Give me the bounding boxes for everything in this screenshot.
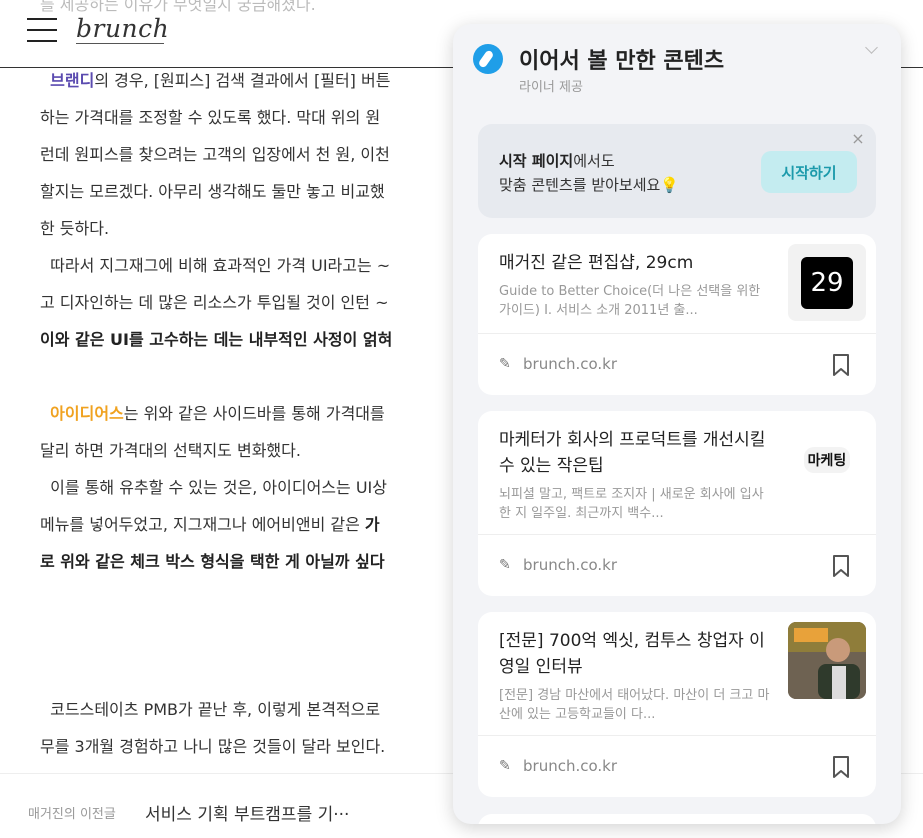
bookmark-icon[interactable] [831, 353, 851, 377]
article-line: 메뉴를 넣어두었고, 지그재그나 에어비앤비 같은 가 [40, 515, 380, 534]
brunch-source-icon: ✎ [499, 557, 511, 573]
brunch-source-icon: ✎ [499, 356, 511, 372]
brand-highlight[interactable]: 브랜디 [50, 71, 94, 90]
article-line: 할지는 모르겠다. 아무리 생각해도 둘만 놓고 비교했 [40, 182, 385, 201]
card-source: brunch.co.kr [523, 355, 618, 373]
panel-title: 이어서 볼 만한 콘텐츠 [519, 49, 725, 74]
panel-subtitle: 라이너 제공 [519, 80, 583, 95]
article-line: 아이디어스는 위와 같은 사이드바를 통해 가격대를 [50, 404, 385, 423]
menu-icon[interactable] [27, 18, 57, 44]
thumbnail-text: 마케팅 [803, 446, 851, 473]
bookmark-icon[interactable] [831, 554, 851, 578]
ideas-highlight[interactable]: 아이디어스 [50, 404, 124, 423]
article-line: 한 듯하다. [40, 219, 110, 238]
card-description: Guide to Better Choice(더 나은 선택을 위한 가이드) … [499, 284, 761, 318]
thumbnail-text: 29 [801, 256, 853, 309]
liner-logo-icon [473, 44, 503, 74]
start-button[interactable]: 시작하기 [761, 151, 857, 193]
article-line: 따라서 지그재그에 비해 효과적인 가격 UI라고는 ~ [50, 256, 391, 275]
content-card[interactable]: [전문] 700억 엑싯, 컴투스 창업자 이영일 인터뷰 [전문] 경남 마산… [478, 612, 876, 797]
article-line: 런데 원피스를 찾으려는 고객의 입장에서 천 원, 이천 [40, 145, 390, 164]
card-description: [전문] 경남 마산에서 태어났다. 마산이 더 크고 마산에 있는 고등학교들… [499, 688, 770, 722]
card-footer: ✎ brunch.co.kr [478, 334, 876, 395]
content-card-partial[interactable] [478, 814, 876, 824]
recommendation-panel: 이어서 볼 만한 콘텐츠 라이너 제공 시작 페이지에서도 맞춤 콘텐츠를 받아… [453, 24, 901, 824]
article-body: 브랜디의 경우, [원피스] 검색 결과에서 [필터] 버튼 하는 가격대를 조… [40, 62, 470, 765]
content-card[interactable]: 마케터가 회사의 프로덕트를 개선시킬 수 있는 작은팁 뇌피셜 말고, 팩트로… [478, 411, 876, 596]
card-body[interactable]: 마케터가 회사의 프로덕트를 개선시킬 수 있는 작은팁 뇌피셜 말고, 팩트로… [478, 411, 876, 535]
card-thumbnail[interactable]: 29 [788, 244, 866, 321]
article-line: 로 위와 같은 체크 박스 형식을 택한 게 아닐까 싶다 [40, 552, 385, 571]
card-thumbnail[interactable]: 마케팅 [788, 421, 866, 498]
card-description: 뇌피셜 말고, 팩트로 조지자 | 새로운 회사에 입사한 지 일주일. 최근까… [499, 487, 764, 521]
promo-text: 시작 페이지에서도 맞춤 콘텐츠를 받아보세요💡 [499, 152, 680, 194]
article-line: 코드스테이츠 PMB가 끝난 후, 이렇게 본격적으로 [50, 700, 381, 719]
promo-banner: 시작 페이지에서도 맞춤 콘텐츠를 받아보세요💡 × 시작하기 [478, 124, 876, 218]
close-icon[interactable]: × [848, 129, 868, 149]
card-source: brunch.co.kr [523, 757, 618, 775]
article-line: 하는 가격대를 조정할 수 있도록 했다. 막대 위의 원 [40, 108, 381, 127]
chevron-down-icon[interactable] [865, 42, 879, 56]
card-title[interactable]: 매거진 같은 편집샵, 29cm [499, 250, 774, 276]
card-body[interactable]: [전문] 700억 엑싯, 컴투스 창업자 이영일 인터뷰 [전문] 경남 마산… [478, 612, 876, 736]
article-line: 달리 하면 가격대의 선택지도 변화했다. [40, 441, 301, 460]
article-line: 고 디자인하는 데 많은 리소스가 투입될 것이 인턴 ~ [40, 293, 389, 312]
card-title[interactable]: 마케터가 회사의 프로덕트를 개선시킬 수 있는 작은팁 [499, 427, 774, 479]
card-footer: ✎ brunch.co.kr [478, 736, 876, 797]
card-title[interactable]: [전문] 700억 엑싯, 컴투스 창업자 이영일 인터뷰 [499, 628, 774, 680]
logo-underline [76, 43, 164, 44]
article-line: 브랜디의 경우, [원피스] 검색 결과에서 [필터] 버튼 [50, 71, 391, 90]
interview-photo [788, 622, 866, 699]
article-line: 이를 통해 유추할 수 있는 것은, 아이디어스는 UI상 [50, 478, 387, 497]
article-line: 무를 3개월 경험하고 나니 많은 것들이 달라 보인다. [40, 737, 386, 756]
brunch-source-icon: ✎ [499, 758, 511, 774]
prev-post-title[interactable]: 서비스 기획 부트캠프를 기··· [145, 800, 349, 825]
content-card[interactable]: 매거진 같은 편집샵, 29cm Guide to Better Choice(… [478, 234, 876, 395]
cut-off-text: 를 제공하는 이유가 무엇일지 궁금해졌다. [40, 0, 316, 14]
prev-post-label: 매거진의 이전글 [28, 807, 116, 822]
card-source: brunch.co.kr [523, 556, 618, 574]
card-thumbnail[interactable] [788, 622, 866, 699]
article-line: 이와 같은 UI를 고수하는 데는 내부적인 사정이 얽혀 [40, 330, 393, 349]
bookmark-icon[interactable] [831, 755, 851, 779]
card-footer: ✎ brunch.co.kr [478, 535, 876, 596]
card-body[interactable]: 매거진 같은 편집샵, 29cm Guide to Better Choice(… [478, 234, 876, 334]
brunch-logo[interactable]: brunch [76, 14, 169, 43]
